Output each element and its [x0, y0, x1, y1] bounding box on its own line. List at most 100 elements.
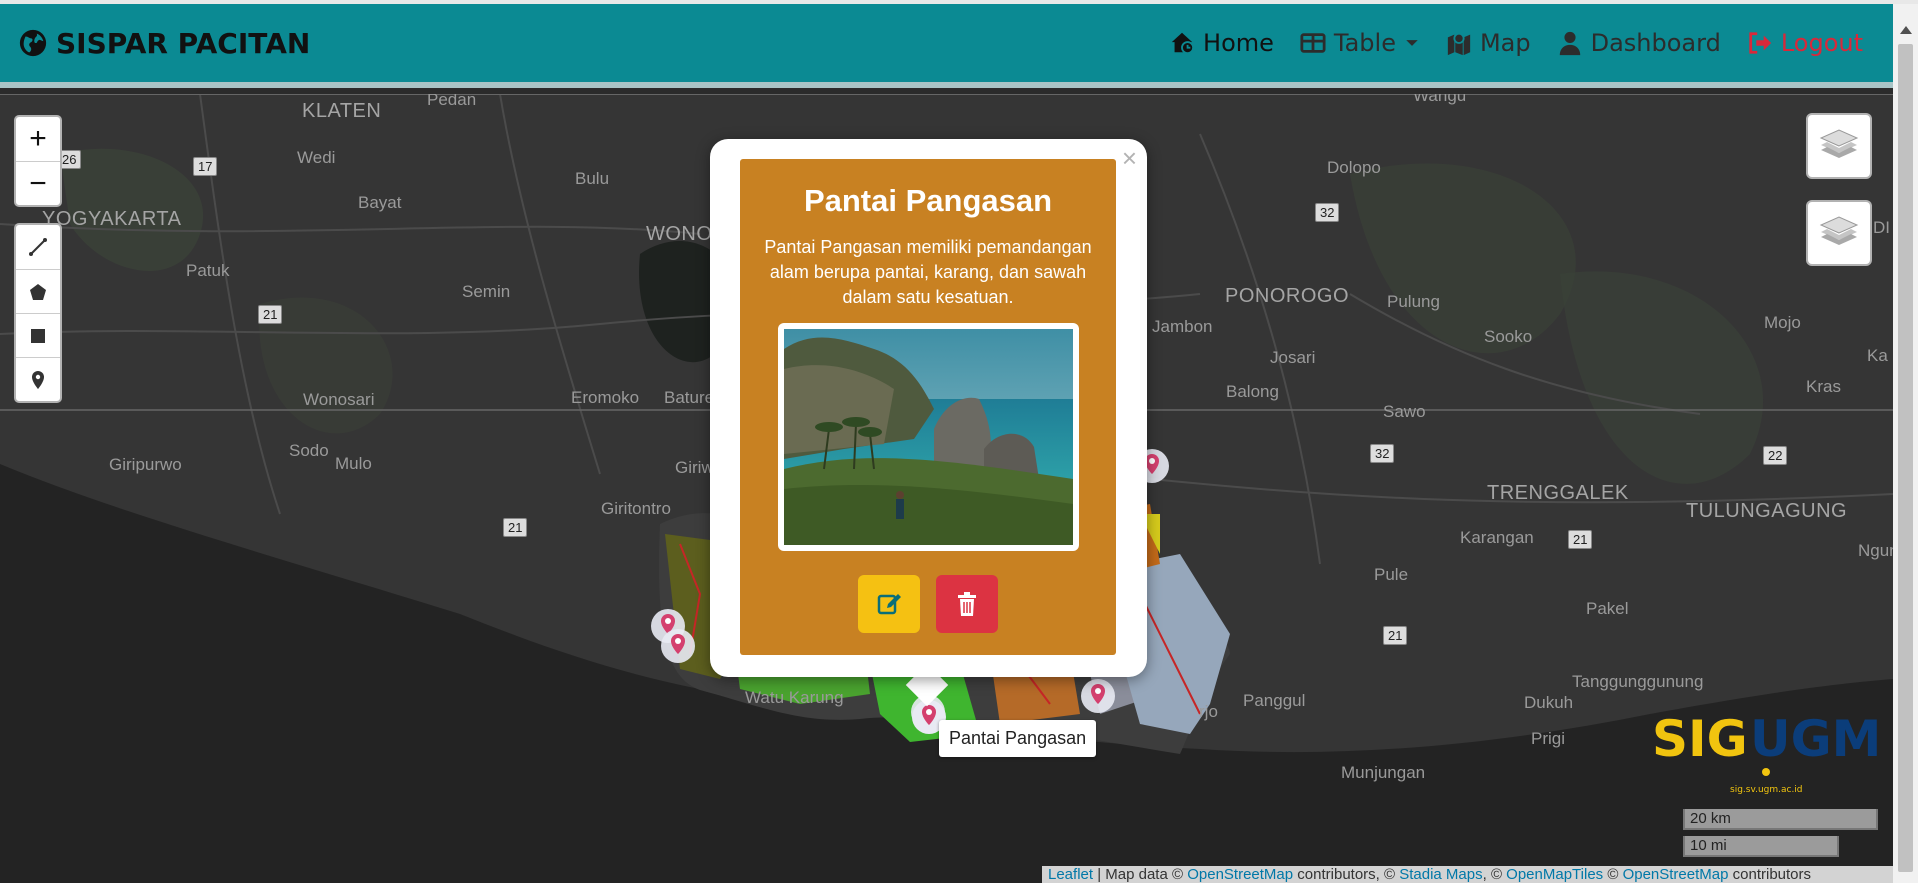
- nav-logout-label: Logout: [1780, 29, 1863, 57]
- nav-map[interactable]: Map: [1446, 29, 1531, 57]
- place-label: Semin: [462, 282, 511, 301]
- place-label: Kras: [1806, 377, 1841, 396]
- layers-icon: [1819, 216, 1859, 245]
- stadia-link[interactable]: Stadia Maps: [1399, 866, 1482, 883]
- sig-ugm-logo: SIG UGM sig.sv.ugm.ac.id: [1652, 706, 1884, 801]
- scrollbar-thumb[interactable]: [1898, 44, 1913, 872]
- place-label: rjo: [1199, 702, 1218, 721]
- attribution-text: ©: [1603, 866, 1623, 883]
- scroll-up-arrow-icon[interactable]: [1900, 26, 1912, 34]
- nav-logout[interactable]: Logout: [1747, 29, 1863, 57]
- popup-close-button[interactable]: ×: [1122, 143, 1137, 174]
- place-label: Dolopo: [1327, 158, 1381, 177]
- edit-icon: [877, 594, 901, 615]
- draw-rectangle-button[interactable]: [16, 313, 60, 357]
- delete-button[interactable]: [936, 575, 998, 633]
- zoom-out-button[interactable]: −: [16, 161, 60, 205]
- draw-marker-button[interactable]: [16, 357, 60, 401]
- nav-dashboard-label: Dashboard: [1590, 29, 1721, 57]
- place-label: Panggul: [1243, 691, 1306, 710]
- app-page: SISPAR PACITAN Home Table Map Dashboard: [0, 0, 1918, 883]
- nav-dashboard[interactable]: Dashboard: [1557, 29, 1721, 57]
- attribution-text: contributors: [1728, 866, 1812, 883]
- feature-popup: × Pantai Pangasan Pantai Pangasan memili…: [710, 139, 1147, 677]
- place-label: Pulung: [1387, 292, 1440, 311]
- place-label: Prigi: [1531, 729, 1566, 748]
- place-label: Pakel: [1586, 599, 1629, 618]
- nav-map-label: Map: [1479, 29, 1531, 57]
- page-scrollbar[interactable]: [1893, 4, 1918, 883]
- trash-icon: [958, 592, 976, 616]
- place-label: Pedan: [427, 94, 477, 109]
- svg-text:SIG: SIG: [1652, 710, 1748, 768]
- attribution-text: , ©: [1482, 866, 1507, 883]
- place-label: Watu Karung: [745, 688, 844, 707]
- place-label: Sawo: [1383, 402, 1426, 421]
- place-label: Bayat: [358, 193, 402, 212]
- svg-text:UGM: UGM: [1750, 710, 1881, 768]
- globe-icon: [19, 29, 47, 57]
- place-label: Wonosari: [303, 390, 375, 409]
- place-label: TULUNGAGUNG: [1686, 500, 1848, 522]
- popup-photo-frame: [778, 323, 1079, 551]
- scale-mi: 10 mi: [1683, 836, 1839, 857]
- place-label: Dukuh: [1524, 693, 1574, 712]
- draw-polyline-button[interactable]: [16, 225, 60, 269]
- edit-button[interactable]: [858, 575, 920, 633]
- place-label: Wedi: [297, 148, 336, 167]
- nav-table-dropdown[interactable]: Table: [1300, 29, 1420, 57]
- place-label: Tanggunggunung: [1572, 672, 1704, 691]
- user-icon: [1559, 31, 1580, 56]
- road-shield: 17: [193, 157, 218, 176]
- popup-actions: [740, 575, 1116, 633]
- road-shield: 21: [1568, 530, 1593, 549]
- osm-link[interactable]: OpenStreetMap: [1187, 866, 1293, 883]
- road-shield: 32: [1315, 203, 1340, 222]
- popup-card: Pantai Pangasan Pantai Pangasan memiliki…: [740, 159, 1116, 655]
- attribution-text: | Map data ©: [1093, 866, 1188, 883]
- openmaptiles-link[interactable]: OpenMapTiles: [1506, 866, 1603, 883]
- place-label: Ngunu: [1858, 541, 1893, 560]
- zoom-in-button[interactable]: +: [16, 117, 60, 161]
- place-label: Giritontro: [601, 499, 671, 518]
- nav-home[interactable]: Home: [1169, 29, 1274, 57]
- svg-text:sig.sv.ugm.ac.id: sig.sv.ugm.ac.id: [1730, 785, 1803, 795]
- overlay-control-button[interactable]: [1806, 200, 1872, 266]
- caret-down-icon: [1406, 40, 1418, 46]
- logout-icon: [1749, 32, 1771, 54]
- table-icon: [1300, 33, 1326, 53]
- osm-link-2[interactable]: OpenStreetMap: [1623, 866, 1729, 883]
- map-marker-icon[interactable]: [1078, 676, 1122, 720]
- road-shield: 32: [1370, 444, 1395, 463]
- place-label: Mojo: [1764, 313, 1801, 332]
- place-label: Bulu: [575, 169, 610, 188]
- popup-description: Pantai Pangasan memiliki pemandangan ala…: [764, 237, 1092, 307]
- brand[interactable]: SISPAR PACITAN: [18, 27, 310, 60]
- place-label: KLATEN: [302, 100, 382, 122]
- place-label: Giriw: [675, 458, 714, 477]
- leaflet-link[interactable]: Leaflet: [1048, 866, 1093, 883]
- rectangle-icon: [31, 328, 45, 343]
- place-label: DI: [1873, 218, 1890, 237]
- window-top-edge: [0, 0, 1918, 4]
- marker-icon: [32, 370, 44, 389]
- draw-polygon-button[interactable]: [16, 269, 60, 313]
- place-label: Bature: [664, 388, 715, 407]
- layer-control-button[interactable]: [1806, 113, 1872, 179]
- place-label: Wangu: [1413, 94, 1467, 105]
- place-label: Patuk: [186, 261, 230, 280]
- popup-title: Pantai Pangasan: [803, 183, 1053, 218]
- place-label: Giripurwo: [109, 455, 182, 474]
- polygon-icon: [30, 283, 46, 300]
- place-label: Ka: [1867, 346, 1888, 365]
- place-label: Sodo: [289, 441, 329, 460]
- place-label: Balong: [1226, 382, 1279, 401]
- place-label: Josari: [1270, 348, 1316, 367]
- place-label: TRENGGALEK: [1487, 482, 1629, 504]
- brand-title: SISPAR PACITAN: [56, 26, 311, 60]
- place-label: Sooko: [1484, 327, 1533, 346]
- place-label: Jambon: [1152, 317, 1213, 336]
- place-label: Munjungan: [1341, 763, 1426, 782]
- map-marker-icon[interactable]: [658, 626, 712, 680]
- map-attribution: Leaflet | Map data © OpenStreetMap contr…: [1042, 866, 1893, 883]
